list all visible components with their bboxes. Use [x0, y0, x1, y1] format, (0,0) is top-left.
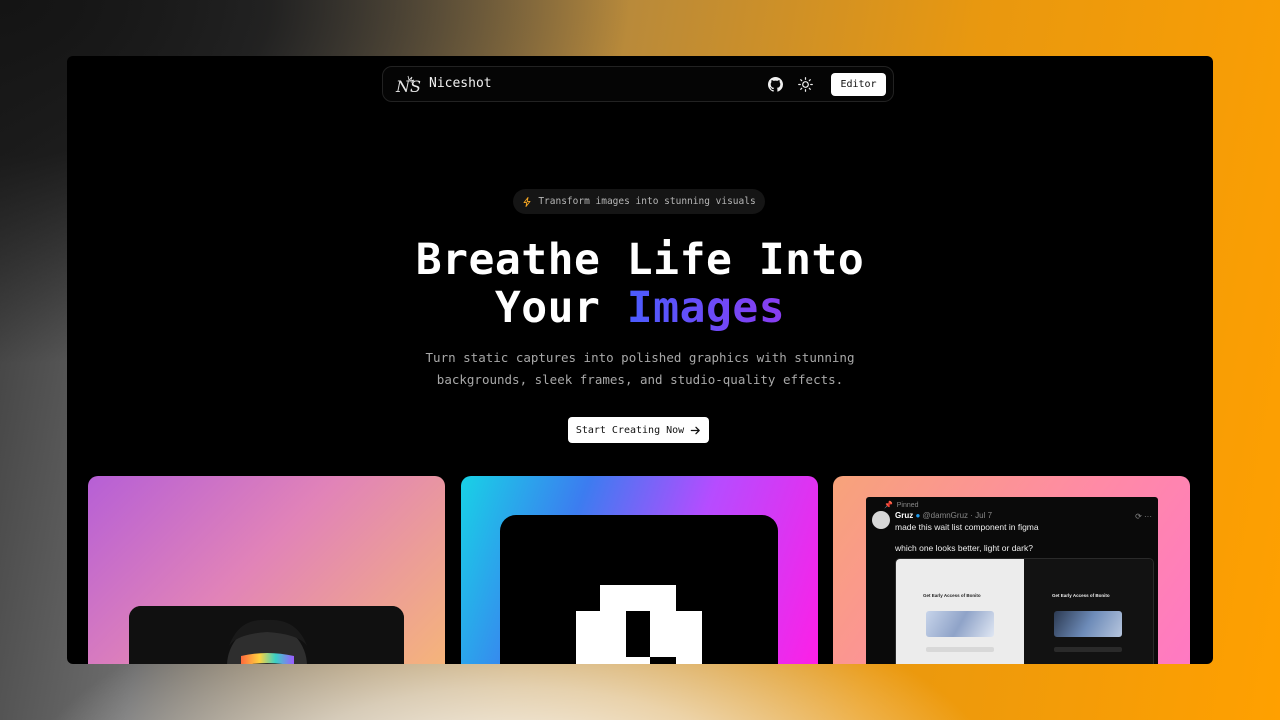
sun-icon[interactable] [798, 77, 813, 92]
verified-icon: ● [915, 511, 921, 520]
tweet-author: Gruz ● @damnGruz · Jul 7 [895, 511, 993, 520]
pinned-label: 📌 Pinned [884, 501, 919, 510]
tweet-screenshot: 📌 Pinned Gruz ● @damnGruz · Jul 7 ⟳ ··· … [866, 497, 1158, 664]
more-icon: ⟳ ··· [1135, 512, 1152, 521]
lightning-icon [523, 196, 531, 207]
github-icon[interactable] [768, 77, 783, 92]
arrow-right-icon [690, 426, 700, 434]
tweet-text-line2: which one looks better, light or dark? [895, 543, 1033, 553]
tweet-text-line1: made this wait list component in figma [895, 522, 1039, 532]
hero-subtitle-line2: backgrounds, sleek frames, and studio-qu… [436, 372, 844, 387]
brand-name[interactable]: Niceshot [429, 76, 492, 91]
cta-label: Start Creating Now [575, 424, 685, 436]
hero-title-accent: Images [626, 283, 786, 333]
showcase-card-tweet[interactable]: 📌 Pinned Gruz ● @damnGruz · Jul 7 ⟳ ··· … [833, 476, 1190, 664]
pin-icon: 📌 [884, 502, 893, 509]
light-variant: Get Early Access of Bonito [896, 559, 1024, 664]
hero-subtitle-line1: Turn static captures into polished graph… [425, 350, 855, 365]
pixel-logo [576, 585, 702, 664]
niceshot-logo[interactable]: NS [395, 74, 421, 96]
badge-text: Transform images into stunning visuals [538, 196, 756, 207]
hero-title-plain: Your [494, 283, 601, 333]
tweet-media: Get Early Access of Bonito Get Early Acc… [895, 558, 1154, 664]
portrait-photo [129, 606, 404, 664]
editor-button[interactable]: Editor [831, 73, 886, 96]
navbar: NS Niceshot Editor [382, 66, 894, 102]
hero-title-line1: Breathe Life Into [415, 235, 865, 285]
showcase-card-portrait[interactable] [88, 476, 445, 664]
logo-frame [500, 515, 778, 664]
svg-text:NS: NS [395, 77, 421, 96]
app-window: NS Niceshot Editor Transform images into… [67, 56, 1213, 664]
avatar [872, 511, 890, 529]
showcase-card-logo[interactable] [461, 476, 818, 664]
hero-title-line2: Your Images [67, 284, 1213, 332]
feature-badge: Transform images into stunning visuals [513, 189, 765, 214]
dark-variant: Get Early Access of Bonito [1024, 559, 1153, 664]
start-creating-button[interactable]: Start Creating Now [568, 417, 709, 443]
